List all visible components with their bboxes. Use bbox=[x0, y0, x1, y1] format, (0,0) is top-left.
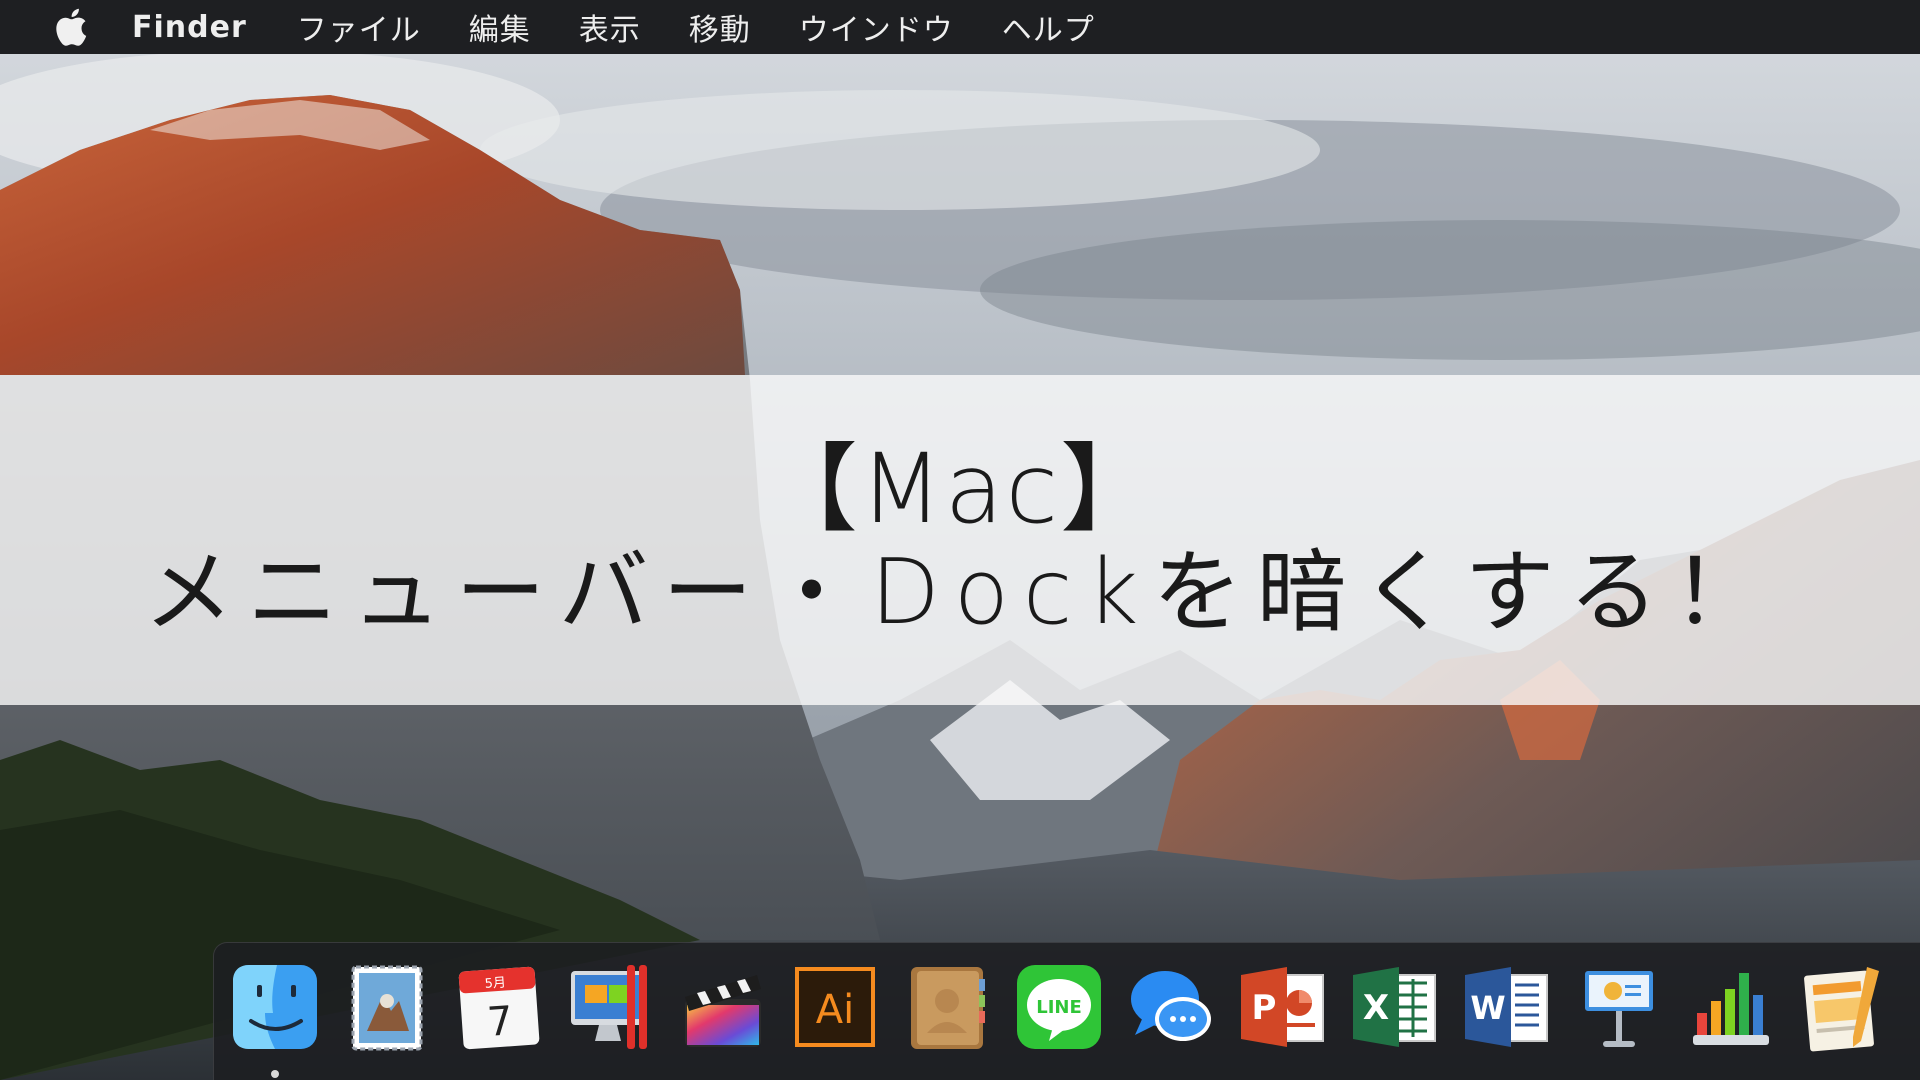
numbers-icon[interactable] bbox=[1685, 961, 1777, 1053]
menu-bar: Finder ファイル 編集 表示 移動 ウインドウ ヘルプ bbox=[0, 0, 1920, 54]
powerpoint-label: P bbox=[1252, 988, 1277, 1028]
menu-app-name[interactable]: Finder bbox=[132, 10, 247, 45]
calendar-month: 5月 bbox=[484, 975, 506, 991]
pages-icon[interactable] bbox=[1797, 961, 1889, 1053]
menu-file[interactable]: ファイル bbox=[297, 5, 421, 49]
contacts-icon[interactable] bbox=[901, 961, 993, 1053]
keynote-icon[interactable] bbox=[1573, 961, 1665, 1053]
final-cut-pro-icon[interactable] bbox=[677, 961, 769, 1053]
parallels-desktop-icon[interactable] bbox=[565, 961, 657, 1053]
word-icon[interactable]: W bbox=[1461, 961, 1553, 1053]
powerpoint-icon[interactable]: P bbox=[1237, 961, 1329, 1053]
calendar-day: 7 bbox=[486, 998, 515, 1046]
preview-icon[interactable] bbox=[341, 961, 433, 1053]
menu-help[interactable]: ヘルプ bbox=[1002, 5, 1095, 49]
menu-edit[interactable]: 編集 bbox=[469, 5, 531, 49]
title-line-2: メニューバー・Dockを暗くする！ bbox=[143, 540, 1777, 646]
line-label: LINE bbox=[1036, 997, 1082, 1018]
line-icon[interactable]: LINE bbox=[1013, 961, 1105, 1053]
menu-view[interactable]: 表示 bbox=[579, 5, 641, 49]
apple-icon[interactable] bbox=[50, 6, 92, 48]
menu-window[interactable]: ウインドウ bbox=[799, 5, 954, 49]
messages-icon[interactable] bbox=[1125, 961, 1217, 1053]
running-indicator bbox=[271, 1070, 279, 1078]
illustrator-icon[interactable]: Ai bbox=[789, 961, 881, 1053]
calendar-icon[interactable]: 5月 7 bbox=[453, 961, 545, 1053]
excel-icon[interactable]: X bbox=[1349, 961, 1441, 1053]
finder-icon[interactable] bbox=[229, 961, 321, 1053]
title-banner: 【Mac】 メニューバー・Dockを暗くする！ bbox=[0, 375, 1920, 705]
illustrator-label: Ai bbox=[816, 987, 854, 1033]
dock: 5月 7 Ai LINE P X W bbox=[213, 942, 1920, 1080]
menu-go[interactable]: 移動 bbox=[689, 5, 751, 49]
title-line-1: 【Mac】 bbox=[761, 432, 1159, 545]
excel-label: X bbox=[1363, 988, 1389, 1028]
word-label: W bbox=[1470, 989, 1505, 1027]
